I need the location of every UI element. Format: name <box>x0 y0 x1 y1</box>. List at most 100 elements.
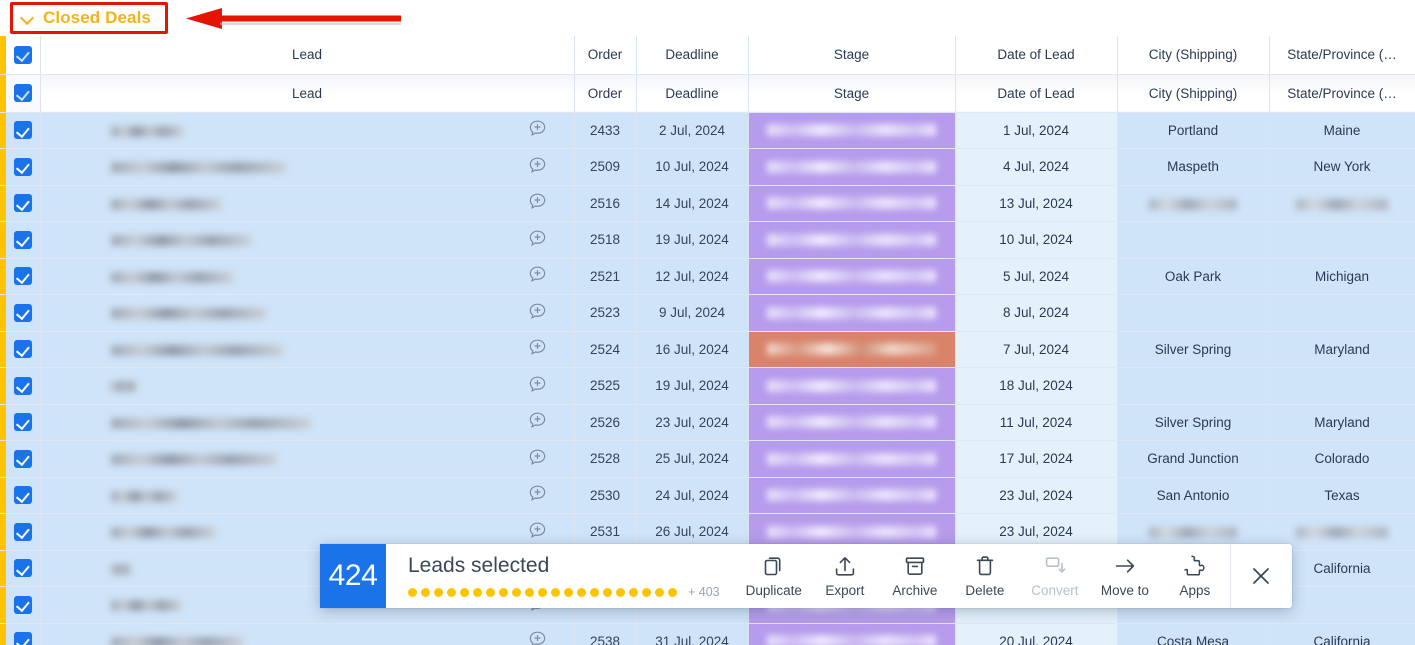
add-comment-icon[interactable] <box>528 265 547 284</box>
row-select-cell[interactable] <box>0 331 40 368</box>
row-checkbox[interactable] <box>14 596 32 614</box>
cell-stage[interactable] <box>748 149 955 186</box>
header-cell-city[interactable]: City (Shipping) <box>1117 74 1269 112</box>
row-checkbox[interactable] <box>14 121 32 139</box>
header-cell-lead[interactable]: Lead <box>40 74 574 112</box>
row-checkbox[interactable] <box>14 450 32 468</box>
group-toggle-closed-deals[interactable]: Closed Deals <box>10 2 168 34</box>
row-checkbox[interactable] <box>14 340 32 358</box>
row-checkbox[interactable] <box>14 377 32 395</box>
table-row[interactable]: 24332 Jul, 20241 Jul, 2024PortlandMaine <box>0 112 1415 149</box>
action-duplicate-button[interactable]: Duplicate <box>738 544 810 608</box>
row-select-cell[interactable] <box>0 368 40 405</box>
add-comment-icon[interactable] <box>528 375 547 394</box>
add-comment-icon[interactable] <box>528 484 547 503</box>
cell-stage[interactable] <box>748 112 955 149</box>
add-comment-icon[interactable] <box>528 448 547 467</box>
table-row[interactable]: 253831 Jul, 202420 Jul, 2024Costa MesaCa… <box>0 623 1415 645</box>
action-export-button[interactable]: Export <box>810 544 880 608</box>
row-checkbox[interactable] <box>14 632 32 645</box>
row-checkbox[interactable] <box>14 559 32 577</box>
header-cell-stage[interactable]: Stage <box>748 74 955 112</box>
table-row[interactable]: 250910 Jul, 20244 Jul, 2024MaspethNew Yo… <box>0 149 1415 186</box>
table-row[interactable]: 251819 Jul, 202410 Jul, 2024 <box>0 222 1415 259</box>
cell-stage[interactable] <box>748 258 955 295</box>
action-move-to-button[interactable]: Move to <box>1090 544 1160 608</box>
header-cell-deadline[interactable]: Deadline <box>636 74 748 112</box>
header-cell-order[interactable]: Order <box>574 74 636 112</box>
cell-stage[interactable] <box>748 368 955 405</box>
header-cell-city[interactable]: City (Shipping) <box>1117 36 1269 74</box>
cell-stage[interactable] <box>748 295 955 332</box>
row-select-cell[interactable] <box>0 295 40 332</box>
action-apps-button[interactable]: Apps <box>1160 544 1230 608</box>
add-comment-icon[interactable] <box>528 338 547 357</box>
add-comment-icon[interactable] <box>528 521 547 540</box>
select-all-checkbox[interactable] <box>14 46 32 64</box>
row-select-cell[interactable] <box>0 477 40 514</box>
select-all-checkbox[interactable] <box>14 84 32 102</box>
header-cell-order[interactable]: Order <box>574 36 636 74</box>
table-row[interactable]: 253024 Jul, 202423 Jul, 2024San AntonioT… <box>0 477 1415 514</box>
row-checkbox[interactable] <box>14 231 32 249</box>
row-select-cell[interactable] <box>0 112 40 149</box>
close-selection-bar-button[interactable] <box>1230 544 1292 608</box>
cell-lead[interactable] <box>40 185 574 222</box>
action-delete-button[interactable]: Delete <box>950 544 1020 608</box>
cell-lead[interactable] <box>40 149 574 186</box>
cell-stage[interactable] <box>748 623 955 645</box>
add-comment-icon[interactable] <box>528 630 547 645</box>
row-checkbox[interactable] <box>14 158 32 176</box>
cell-lead[interactable] <box>40 623 574 645</box>
cell-lead[interactable] <box>40 295 574 332</box>
cell-lead[interactable] <box>40 477 574 514</box>
cell-lead[interactable] <box>40 258 574 295</box>
header-cell-state[interactable]: State/Province (… <box>1269 36 1415 74</box>
row-checkbox[interactable] <box>14 194 32 212</box>
chevron-down-icon[interactable] <box>21 12 34 25</box>
table-row[interactable]: 251614 Jul, 202413 Jul, 2024 <box>0 185 1415 222</box>
cell-stage[interactable] <box>748 331 955 368</box>
header-cell-deadline[interactable]: Deadline <box>636 36 748 74</box>
row-select-cell[interactable] <box>0 185 40 222</box>
cell-stage[interactable] <box>748 477 955 514</box>
cell-lead[interactable] <box>40 404 574 441</box>
cell-lead[interactable] <box>40 441 574 478</box>
row-select-cell[interactable] <box>0 550 40 587</box>
table-row[interactable]: 252825 Jul, 202417 Jul, 2024Grand Juncti… <box>0 441 1415 478</box>
select-all-cell[interactable] <box>0 36 40 74</box>
header-cell-lead[interactable]: Lead <box>40 36 574 74</box>
table-row[interactable]: 25239 Jul, 20248 Jul, 2024 <box>0 295 1415 332</box>
add-comment-icon[interactable] <box>528 302 547 321</box>
row-checkbox[interactable] <box>14 413 32 431</box>
table-row[interactable]: 252416 Jul, 20247 Jul, 2024Silver Spring… <box>0 331 1415 368</box>
row-checkbox[interactable] <box>14 304 32 322</box>
row-checkbox[interactable] <box>14 486 32 504</box>
add-comment-icon[interactable] <box>528 411 547 430</box>
cell-lead[interactable] <box>40 222 574 259</box>
cell-stage[interactable] <box>748 185 955 222</box>
add-comment-icon[interactable] <box>528 229 547 248</box>
table-row[interactable]: 252519 Jul, 202418 Jul, 2024 <box>0 368 1415 405</box>
table-row[interactable]: 252623 Jul, 202411 Jul, 2024Silver Sprin… <box>0 404 1415 441</box>
cell-stage[interactable] <box>748 222 955 259</box>
select-all-cell[interactable] <box>0 74 40 112</box>
table-row[interactable]: 252112 Jul, 20245 Jul, 2024Oak ParkMichi… <box>0 258 1415 295</box>
add-comment-icon[interactable] <box>528 192 547 211</box>
cell-stage[interactable] <box>748 404 955 441</box>
header-cell-state[interactable]: State/Province (… <box>1269 74 1415 112</box>
header-cell-date-of-lead[interactable]: Date of Lead <box>955 74 1117 112</box>
row-select-cell[interactable] <box>0 258 40 295</box>
add-comment-icon[interactable] <box>528 156 547 175</box>
row-select-cell[interactable] <box>0 222 40 259</box>
cell-stage[interactable] <box>748 441 955 478</box>
cell-lead[interactable] <box>40 112 574 149</box>
row-select-cell[interactable] <box>0 587 40 624</box>
cell-lead[interactable] <box>40 368 574 405</box>
add-comment-icon[interactable] <box>528 119 547 138</box>
row-select-cell[interactable] <box>0 623 40 645</box>
row-checkbox[interactable] <box>14 523 32 541</box>
cell-lead[interactable] <box>40 331 574 368</box>
row-select-cell[interactable] <box>0 441 40 478</box>
action-archive-button[interactable]: Archive <box>880 544 950 608</box>
